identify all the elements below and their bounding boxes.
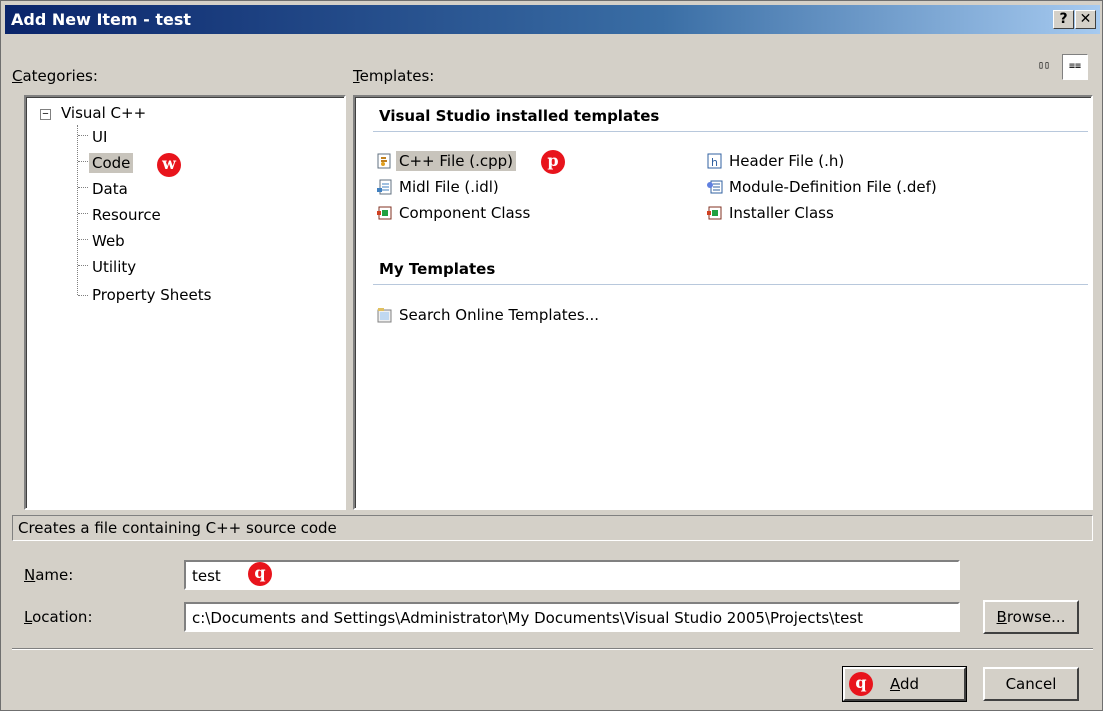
title-bar[interactable]: Add New Item - test ? ✕ [5, 5, 1100, 34]
installer-class-icon [707, 205, 723, 221]
section-divider [373, 284, 1088, 285]
template-component-class[interactable]: Component Class [377, 203, 533, 223]
templates-label-text: emplates: [359, 67, 435, 85]
add-new-item-dialog: Add New Item - test ? ✕ Categories: Temp… [0, 0, 1103, 711]
template-description: Creates a file containing C++ source cod… [12, 515, 1093, 541]
annotation-marker-w: w [157, 153, 181, 177]
templates-label-accel: T [353, 67, 360, 85]
small-icons-view-button[interactable]: ≡≡ [1062, 54, 1088, 80]
dialog-title: Add New Item - test [11, 10, 192, 29]
tree-connector [78, 213, 88, 214]
template-label: Component Class [399, 204, 531, 222]
annotation-marker-p: p [541, 150, 565, 174]
close-button[interactable]: ✕ [1075, 10, 1096, 29]
template-label: Module-Definition File (.def) [729, 178, 937, 196]
add-label: dd [899, 675, 920, 693]
footer-separator [12, 648, 1093, 650]
tree-item-ui[interactable]: UI [89, 127, 110, 147]
browse-accel: B [996, 608, 1007, 626]
browse-button[interactable]: Browse... [983, 600, 1079, 634]
template-search-online[interactable]: Search Online Templates... [377, 305, 602, 325]
location-label-text: ocation: [32, 608, 93, 626]
tree-connector [77, 125, 78, 295]
categories-label: Categories: [12, 67, 98, 85]
template-header-file[interactable]: h Header File (.h) [707, 151, 847, 171]
midl-file-icon [377, 179, 393, 195]
location-label: Location: [24, 608, 93, 626]
collapse-icon[interactable]: − [40, 109, 51, 120]
annotation-marker-q-name: q [248, 562, 272, 586]
template-midl-file[interactable]: Midl File (.idl) [377, 177, 502, 197]
tree-item-code[interactable]: Code [89, 153, 134, 173]
tree-item-property-sheets[interactable]: Property Sheets [89, 285, 214, 305]
tree-connector [78, 135, 88, 136]
name-label: Name: [24, 566, 73, 584]
cpp-file-icon [377, 153, 393, 169]
module-definition-icon [707, 179, 723, 195]
template-label: C++ File (.cpp) [396, 151, 517, 171]
tree-item-utility[interactable]: Utility [89, 257, 139, 277]
categories-tree[interactable]: − Visual C++ UI Code w Data Resource Web… [24, 95, 346, 510]
categories-label-accel: C [12, 67, 23, 85]
tree-connector [78, 239, 88, 240]
template-label: Midl File (.idl) [399, 178, 499, 196]
header-file-icon: h [707, 153, 723, 169]
categories-label-text: ategories: [22, 67, 98, 85]
annotation-marker-q-add: q [849, 672, 873, 696]
add-accel: A [889, 675, 900, 693]
tree-item-web[interactable]: Web [89, 231, 128, 251]
name-label-accel: N [24, 566, 36, 584]
tree-item-visual-cpp[interactable]: Visual C++ [58, 103, 149, 123]
location-label-accel: L [24, 608, 33, 626]
name-input[interactable]: test [184, 560, 960, 590]
tree-connector [78, 295, 88, 296]
cancel-button[interactable]: Cancel [983, 667, 1079, 701]
my-templates-header: My Templates [379, 260, 496, 278]
template-label: Header File (.h) [729, 152, 845, 170]
help-button[interactable]: ? [1053, 10, 1074, 29]
template-label: Search Online Templates... [399, 306, 600, 324]
template-module-definition[interactable]: Module-Definition File (.def) [707, 177, 940, 197]
templates-label: Templates: [353, 67, 434, 85]
tree-item-resource[interactable]: Resource [89, 205, 164, 225]
template-cpp-file[interactable]: C++ File (.cpp) [377, 151, 517, 171]
installed-templates-header: Visual Studio installed templates [379, 107, 660, 125]
name-label-text: ame: [35, 566, 74, 584]
tree-connector [78, 161, 88, 162]
tree-item-data[interactable]: Data [89, 179, 131, 199]
svg-text:h: h [711, 156, 718, 169]
tree-connector [78, 265, 88, 266]
template-label: Installer Class [729, 204, 834, 222]
templates-list[interactable]: Visual Studio installed templates C++ Fi… [353, 95, 1093, 510]
browse-label: rowse... [1006, 608, 1066, 626]
component-class-icon [377, 205, 393, 221]
tree-connector [78, 187, 88, 188]
location-input[interactable]: c:\Documents and Settings\Administrator\… [184, 602, 960, 632]
template-installer-class[interactable]: Installer Class [707, 203, 837, 223]
large-icons-view-button[interactable]: ▯▯ [1031, 54, 1057, 80]
section-divider [373, 131, 1088, 132]
search-online-icon [377, 307, 393, 323]
